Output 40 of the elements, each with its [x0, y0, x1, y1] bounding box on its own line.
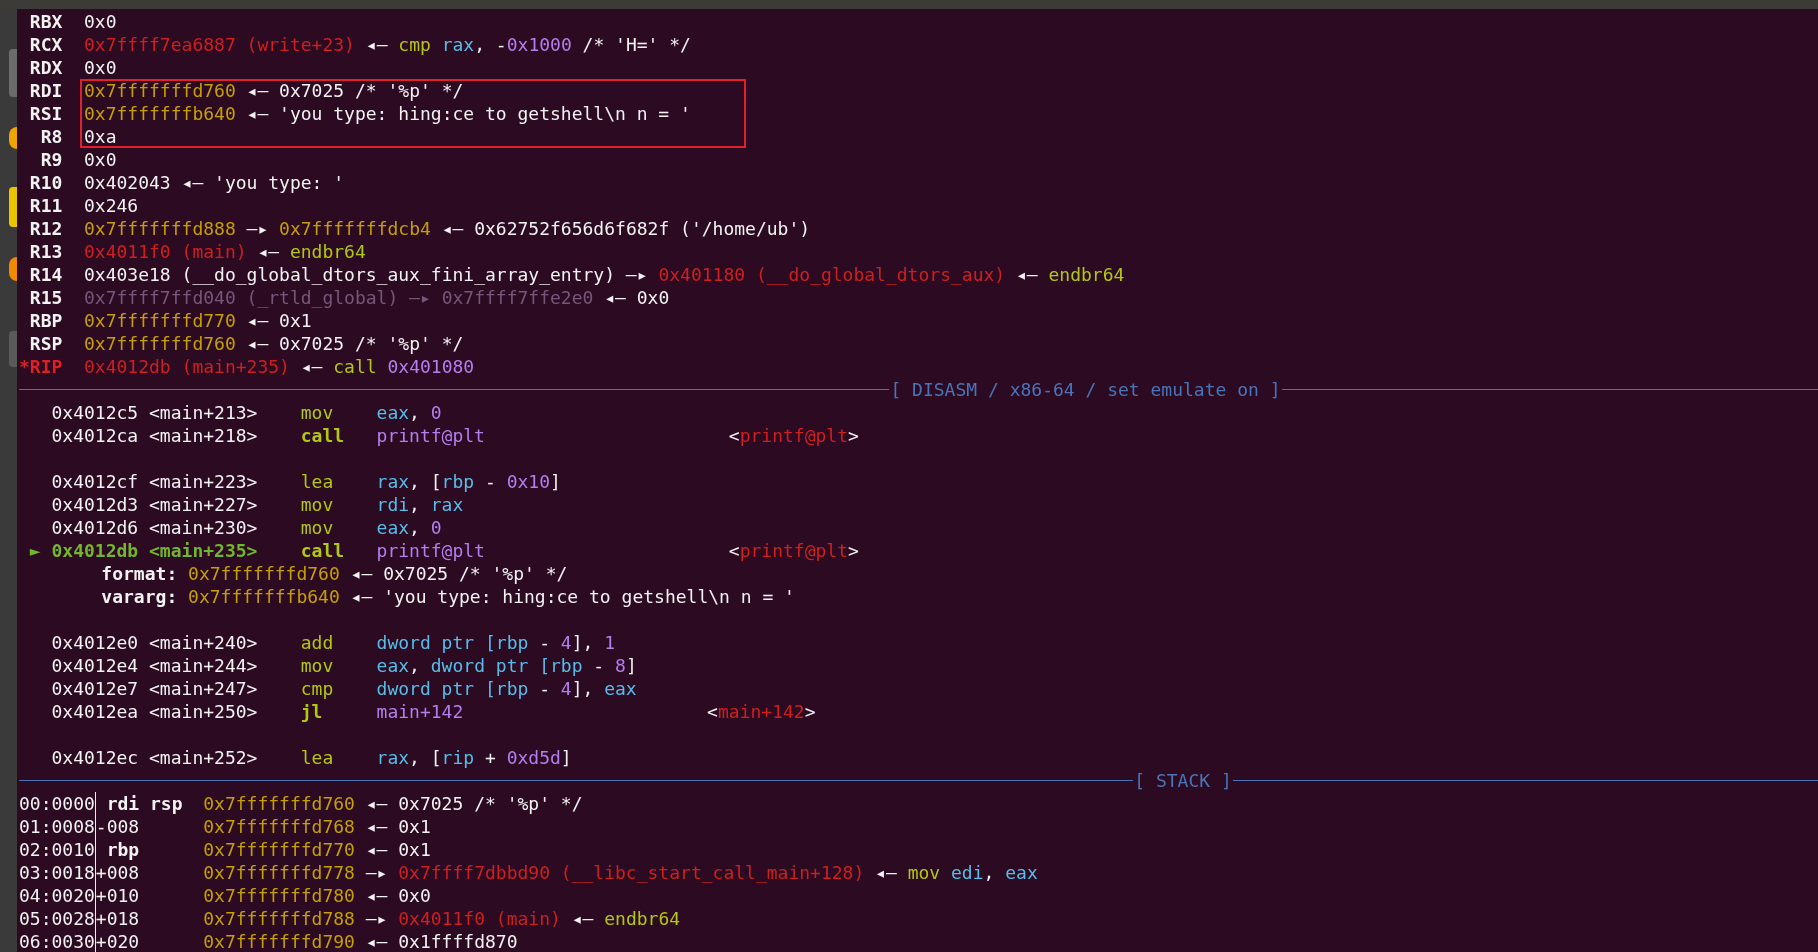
register-line: R15 0x7ffff7ffd040 (_rtld_global) —▸ 0x7ffff7ffe2e0 ◂— 0x0	[28, 286, 671, 309]
register-line: R8 0xa	[39, 125, 118, 148]
stack-line: 01:0008-008 0x7fffffffd768 ◂— 0x1	[19, 815, 432, 838]
register-line: RSI 0x7fffffffb640 ◂— 'you type: hing:ce to getshell\n n = '	[28, 102, 692, 125]
app-icon[interactable]	[9, 127, 17, 149]
stack-line: 04:0020+010 0x7fffffffd780 ◂— 0x0	[19, 884, 432, 907]
stack-line: 06:0030+020 0x7fffffffd790 ◂— 0x1ffffd870	[19, 930, 519, 952]
register-line: *RIP 0x4012db (main+235) ◂— call 0x401080	[19, 355, 476, 378]
register-line: RDX 0x0	[28, 56, 118, 79]
instruction-line: 0x4012c5 <main+213> mov eax, 0	[50, 401, 443, 424]
instruction-line: 0x4012e0 <main+240> add dword ptr [rbp - 4], 1	[50, 631, 617, 654]
instruction-line: 0x4012ea <main+250> jl main+142 <main+142>	[50, 700, 817, 723]
stack-line: 05:0028+018 0x7fffffffd788 —▸ 0x4011f0 (main) ◂— endbr64	[19, 907, 682, 930]
instruction-line: 0x4012e4 <main+244> mov eax, dword ptr [rbp - 8]	[50, 654, 638, 677]
instruction-line: ► 0x4012db <main+235> call printf@plt <printf@plt>	[28, 539, 860, 562]
register-line: R14 0x403e18 (__do_global_dtors_aux_fini_array_entry) —▸ 0x401180 (__do_global_dtors_aux) ◂— endbr64	[28, 263, 1126, 286]
section-header: [ DISASM / x86-64 / set emulate on ]	[889, 379, 1282, 400]
stack-line: 03:0018+008 0x7fffffffd778 —▸ 0x7ffff7dbbd90 (__libc_start_call_main+128) ◂— mov edi, eax	[19, 861, 1039, 884]
register-line: RCX 0x7ffff7ea6887 (write+23) ◂— cmp rax, -0x1000 /* 'H=' */	[28, 33, 692, 56]
instruction-line: 0x4012d3 <main+227> mov rdi, rax	[50, 493, 465, 516]
register-line: RDI 0x7fffffffd760 ◂— 0x7025 /* '%p' */	[28, 79, 465, 102]
register-line: RBP 0x7fffffffd770 ◂— 0x1	[28, 309, 313, 332]
instruction-line: 0x4012d6 <main+230> mov eax, 0	[50, 516, 443, 539]
argument-line: vararg: 0x7fffffffb640 ◂— 'you type: hing:ce to getshell\n n = '	[100, 585, 796, 608]
section-header: [ STACK ]	[1133, 770, 1233, 791]
register-line: RBX 0x0	[28, 10, 118, 33]
register-line: RSP 0x7fffffffd760 ◂— 0x7025 /* '%p' */	[28, 332, 465, 355]
register-line: R10 0x402043 ◂— 'you type: '	[28, 171, 346, 194]
register-line: R11 0x246	[28, 194, 140, 217]
register-line: R13 0x4011f0 (main) ◂— endbr64	[28, 240, 367, 263]
stack-line: 02:0010 rbp 0x7fffffffd770 ◂— 0x1	[19, 838, 432, 861]
app-icon[interactable]	[9, 257, 17, 281]
instruction-line: 0x4012ec <main+252> lea rax, [rip + 0xd5d]	[50, 746, 573, 769]
stack-line: 00:0000 rdi rsp 0x7fffffffd760 ◂— 0x7025 /* '%p' */	[19, 792, 584, 815]
argument-line: format: 0x7fffffffd760 ◂— 0x7025 /* '%p' */	[100, 562, 569, 585]
register-line: R9 0x0	[39, 148, 118, 171]
instruction-line: 0x4012ca <main+218> call printf@plt <printf@plt>	[50, 424, 860, 447]
instruction-line: 0x4012e7 <main+247> cmp dword ptr [rbp - 4], eax	[50, 677, 638, 700]
register-line: R12 0x7fffffffd888 —▸ 0x7fffffffdcb4 ◂— 0x62752f656d6f682f ('/home/ub')	[28, 217, 812, 240]
instruction-line: 0x4012cf <main+223> lea rax, [rbp - 0x10]	[50, 470, 562, 493]
